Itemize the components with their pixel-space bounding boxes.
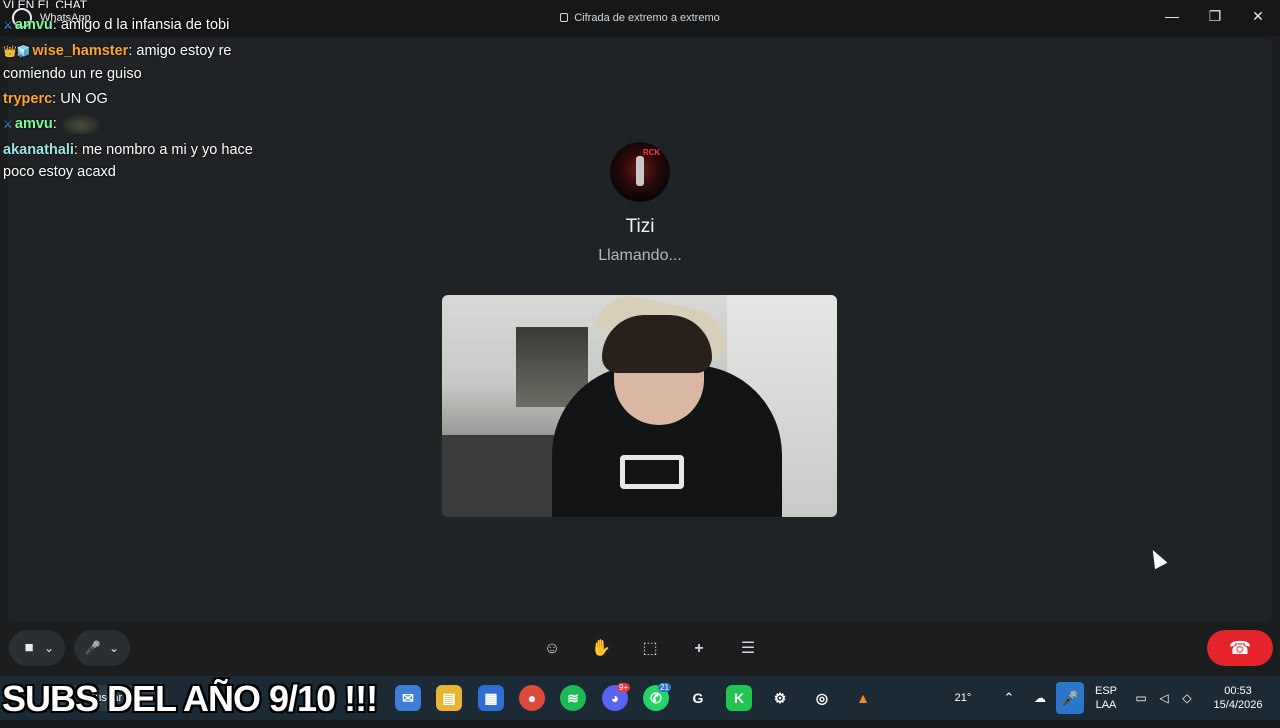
chrome-icon[interactable]: ● bbox=[519, 685, 545, 711]
avatar-figure bbox=[636, 156, 644, 186]
logitech-icon[interactable]: G bbox=[685, 685, 711, 711]
mic-tray-icon[interactable]: 🎤 bbox=[1056, 682, 1084, 714]
chat-message: ⚔ amvu: amigo d la infansia de tobi bbox=[3, 14, 253, 37]
chat-header: VI EN EL CHAT bbox=[3, 0, 88, 8]
clock-time: 00:53 bbox=[1224, 685, 1252, 697]
discord-badge: 9+ bbox=[617, 683, 631, 692]
self-video-preview bbox=[442, 295, 837, 517]
call-status: Llamando... bbox=[598, 247, 682, 264]
lock-icon bbox=[560, 13, 569, 22]
chat-message: akanathali: me nombro a mi y yo hace poc… bbox=[3, 139, 253, 183]
chat-username: wise_hamster bbox=[32, 43, 129, 59]
stream-caption-overlay: SUBS DEL AÑO 9/10 !!! bbox=[2, 678, 378, 719]
vlc-icon[interactable]: ▲ bbox=[850, 685, 876, 711]
clock[interactable]: 00:53 15/4/2026 bbox=[1206, 684, 1270, 728]
volume-icon[interactable]: ◁ bbox=[1155, 676, 1173, 720]
chat-username: akanathali bbox=[3, 142, 74, 158]
chat-badge-icon: ⚔ bbox=[3, 119, 13, 131]
chat-text: : bbox=[52, 116, 57, 132]
obs-icon[interactable]: ◎ bbox=[809, 685, 835, 711]
chat-username: tryperc bbox=[3, 91, 53, 107]
caller-name: Tizi bbox=[625, 216, 655, 237]
kick-icon[interactable]: K bbox=[726, 685, 752, 711]
camera-toggle-button[interactable]: ■ ⌄ bbox=[9, 630, 65, 666]
whatsapp-call-window: WhatsApp Cifrada de extremo a extremo — … bbox=[0, 0, 1280, 676]
more-options-button[interactable]: ☰ bbox=[734, 637, 762, 661]
lang-bottom: LAA bbox=[1095, 699, 1117, 711]
settings-gear-icon[interactable]: ⚙ bbox=[767, 685, 793, 711]
chevron-down-icon[interactable]: ⌄ bbox=[108, 630, 120, 666]
camera-icon: ■ bbox=[24, 639, 34, 656]
whatsapp-badge: 21 bbox=[658, 683, 671, 692]
chat-message: 👑🧊 wise_hamster: amigo estoy re comiendo … bbox=[3, 40, 253, 85]
encryption-text: Cifrada de extremo a extremo bbox=[574, 12, 720, 24]
chevron-down-icon[interactable]: ⌄ bbox=[43, 630, 55, 666]
raise-hand-button[interactable]: ✋ bbox=[587, 637, 615, 661]
microphone-icon: 🎤 bbox=[84, 640, 102, 655]
chat-message: tryperc: UN OG bbox=[3, 88, 253, 110]
notification-icon[interactable]: ◇ bbox=[1178, 676, 1196, 720]
mail-app-icon[interactable]: ✉ bbox=[395, 685, 421, 711]
spotify-icon[interactable]: ≋ bbox=[560, 685, 586, 711]
caller-avatar: RCK bbox=[610, 142, 670, 202]
chat-username: amvu bbox=[14, 116, 53, 132]
video-shirt-logo bbox=[620, 455, 684, 489]
cloud-sync-icon[interactable]: ☁ bbox=[1030, 676, 1050, 720]
mic-toggle-button[interactable]: 🎤 ⌄ bbox=[74, 630, 130, 666]
weather-temp: 21° bbox=[954, 692, 972, 704]
chat-badge-icon: ⚔ bbox=[3, 20, 13, 32]
emoji-reaction-button[interactable]: ☺ bbox=[538, 637, 566, 661]
clock-date: 15/4/2026 bbox=[1213, 699, 1263, 711]
share-screen-button[interactable]: ⬚ bbox=[636, 637, 664, 661]
call-controls: ■ ⌄ 🎤 ⌄ ☺ ✋ ⬚ + ☰ ☎ bbox=[0, 624, 1280, 676]
lang-top: ESP bbox=[1094, 685, 1117, 697]
minimize-button[interactable]: — bbox=[1157, 6, 1187, 26]
chat-username: amvu bbox=[14, 17, 53, 33]
stream-chat-overlay: VI EN EL CHAT ⚔ amvu: amigo d la infansia… bbox=[3, 0, 253, 186]
chat-text: : UN OG bbox=[52, 91, 108, 107]
restore-button[interactable]: ❐ bbox=[1200, 6, 1230, 26]
chat-message: ⚔ amvu: bbox=[3, 113, 253, 136]
add-participant-button[interactable]: + bbox=[685, 637, 713, 661]
store-icon[interactable]: ▦ bbox=[478, 685, 504, 711]
weather-widget[interactable]: 21° bbox=[948, 676, 978, 720]
chat-text: : amigo d la infansia de tobi bbox=[52, 17, 230, 33]
end-call-button[interactable]: ☎ bbox=[1207, 630, 1273, 666]
tray-overflow-chevron-icon[interactable]: ⌃ bbox=[1000, 676, 1018, 720]
chat-emote-icon bbox=[60, 114, 101, 135]
avatar-tag: RCK bbox=[643, 148, 661, 157]
language-indicator[interactable]: ESP LAA bbox=[1093, 684, 1119, 728]
close-button[interactable]: ✕ bbox=[1243, 6, 1273, 26]
network-icon[interactable]: ▭ bbox=[1132, 676, 1150, 720]
video-hair bbox=[602, 315, 712, 373]
file-explorer-icon[interactable]: ▤ bbox=[436, 685, 462, 711]
chat-badge-icon: 👑🧊 bbox=[3, 46, 31, 58]
